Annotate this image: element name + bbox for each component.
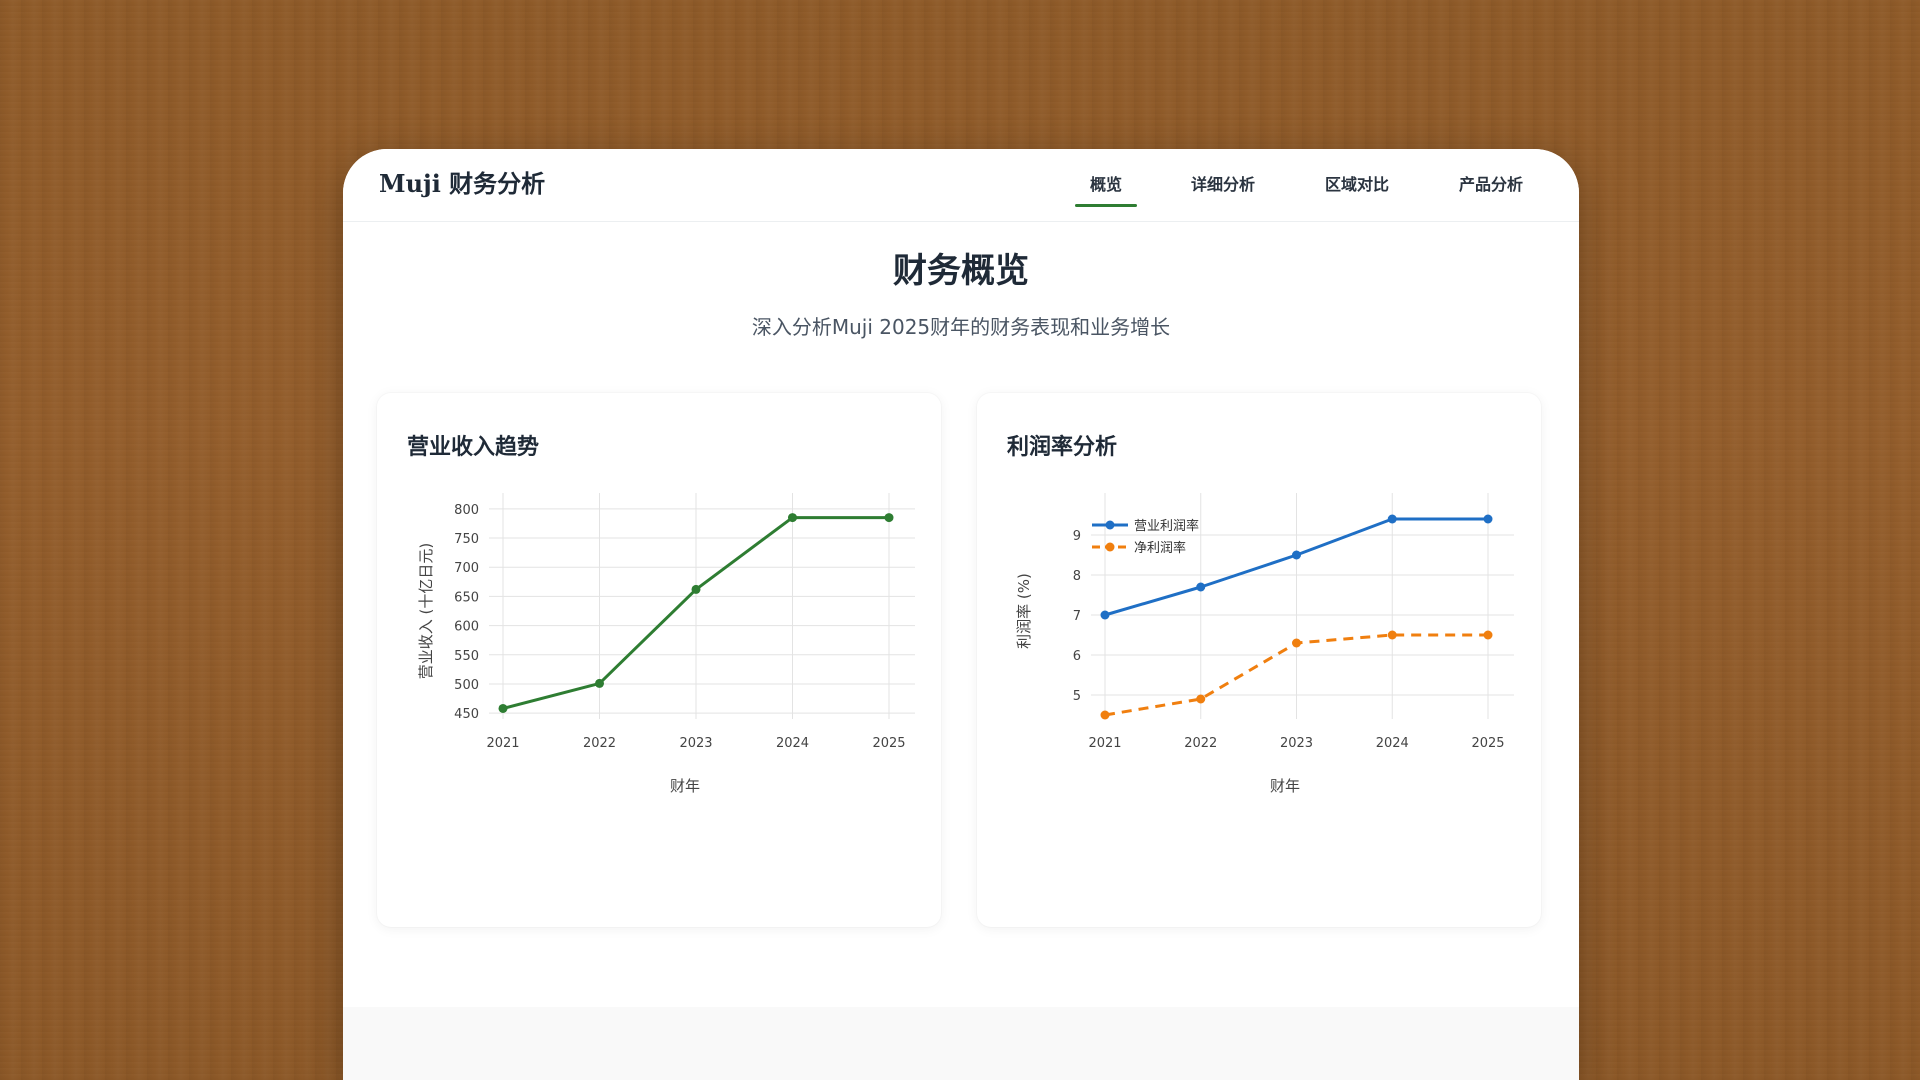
data-point[interactable] <box>1196 582 1206 592</box>
tab-product-analysis[interactable]: 产品分析 <box>1459 171 1523 195</box>
data-point[interactable] <box>1292 550 1301 560</box>
y-tick-label: 6 <box>1073 649 1081 664</box>
app-window: Muji 财务分析 概览 详细分析 区域对比 产品分析 财务概览 深入分析Muj… <box>343 149 1579 1080</box>
y-axis-title: 利润率 (%) <box>1015 573 1033 649</box>
legend-marker <box>1105 542 1115 552</box>
y-tick-label: 9 <box>1073 529 1081 544</box>
y-tick-label: 750 <box>454 532 479 547</box>
tab-overview[interactable]: 概览 <box>1074 171 1138 207</box>
y-tick-label: 700 <box>454 561 479 576</box>
top-navbar: Muji 财务分析 概览 详细分析 区域对比 产品分析 <box>343 149 1579 222</box>
data-point[interactable] <box>1483 514 1493 524</box>
x-tick-label: 2021 <box>1088 736 1121 751</box>
y-tick-label: 550 <box>454 649 479 664</box>
y-tick-label: 7 <box>1073 609 1081 624</box>
page-title: 财务概览 <box>893 251 1029 291</box>
x-tick-label: 2023 <box>1280 736 1313 751</box>
x-axis-title: 财年 <box>1270 777 1300 795</box>
y-tick-label: 500 <box>454 678 479 693</box>
data-point[interactable] <box>1483 630 1493 640</box>
data-point[interactable] <box>1387 630 1397 640</box>
x-tick-label: 2022 <box>583 736 616 751</box>
x-tick-label: 2023 <box>679 736 712 751</box>
x-tick-label: 2025 <box>872 736 905 751</box>
data-point[interactable] <box>1100 610 1110 620</box>
y-tick-label: 800 <box>454 503 479 518</box>
legend-label: 营业利润率 <box>1134 518 1199 534</box>
y-tick-label: 5 <box>1073 689 1081 704</box>
data-point[interactable] <box>1292 638 1301 648</box>
y-tick-label: 450 <box>454 707 479 722</box>
data-point[interactable] <box>1196 694 1206 704</box>
y-axis-title: 营业收入 (十亿日元) <box>417 543 435 679</box>
footer-band <box>343 1007 1579 1080</box>
tab-region-comparison[interactable]: 区域对比 <box>1325 171 1389 195</box>
tab-detailed-analysis[interactable]: 详细分析 <box>1191 171 1255 195</box>
page-subtitle: 深入分析Muji 2025财年的财务表现和业务增长 <box>751 315 1171 339</box>
margin-line-chart[interactable]: 5 6 7 8 9 2021 2022 2023 2024 2025 财年 利润率 (%) 营业利润率净… <box>977 393 1541 927</box>
x-tick-label: 2024 <box>776 736 809 751</box>
data-point[interactable] <box>498 703 508 713</box>
data-point[interactable] <box>1387 514 1397 524</box>
x-tick-label: 2021 <box>486 736 519 751</box>
data-point[interactable] <box>1100 710 1110 720</box>
x-axis-title: 财年 <box>670 777 700 795</box>
margin-analysis-card: 利润率分析 5 6 7 8 9 2021 2022 2023 2024 2025 财年 利润率 (%)… <box>977 393 1541 927</box>
data-point[interactable] <box>884 513 894 523</box>
x-tick-label: 2025 <box>1471 736 1504 751</box>
main-nav: 概览 详细分析 区域对比 产品分析 <box>343 149 1579 221</box>
y-tick-label: 8 <box>1073 569 1081 584</box>
data-point[interactable] <box>691 584 701 594</box>
legend-label: 净利润率 <box>1134 540 1186 556</box>
revenue-line-chart[interactable]: 450 500 550 600 650 700 750 800 2021 2022 2023 2024… <box>377 393 941 927</box>
legend-marker <box>1105 520 1115 530</box>
x-tick-label: 2022 <box>1184 736 1217 751</box>
x-tick-label: 2024 <box>1376 736 1409 751</box>
data-point[interactable] <box>788 513 797 523</box>
y-tick-label: 650 <box>454 590 479 605</box>
revenue-trend-card: 营业收入趋势 450 500 550 600 650 700 750 800 2021 2022 2… <box>377 393 941 927</box>
data-point[interactable] <box>595 678 604 688</box>
y-tick-label: 600 <box>454 620 479 635</box>
